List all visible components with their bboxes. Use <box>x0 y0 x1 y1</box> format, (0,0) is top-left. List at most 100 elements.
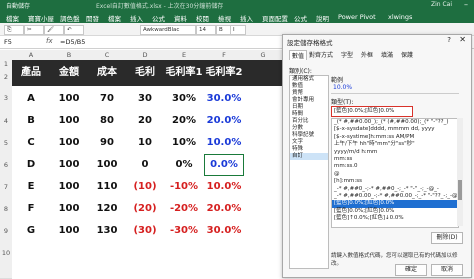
delete-button[interactable]: 刪除(D) <box>431 232 463 244</box>
table-cell[interactable]: (30) <box>126 220 164 242</box>
category-item[interactable]: 特殊 <box>290 146 328 153</box>
table-cell[interactable]: F <box>12 198 50 220</box>
menu-file2[interactable]: 檔案 <box>108 13 121 23</box>
category-list[interactable]: 通用格式 數值 貨幣 會計專用 日期 時間 百分比 分數 科學記號 文字 特殊 … <box>289 75 329 269</box>
table-cell[interactable]: 10 <box>126 132 164 154</box>
type-list-item[interactable]: @ <box>332 171 458 178</box>
type-input[interactable]: [藍色]0.0%;[紅色]0.0% <box>331 106 413 117</box>
table-cell[interactable]: 100 <box>50 198 88 220</box>
type-list-item[interactable]: [h]:mm:ss <box>332 178 458 185</box>
fx-icon[interactable]: fx <box>46 37 53 45</box>
tab-protection[interactable]: 保護 <box>401 50 413 59</box>
table-cell[interactable]: 100 <box>50 132 88 154</box>
table-cell[interactable]: -10% <box>164 176 204 198</box>
row-header-2[interactable]: 2 <box>0 68 12 87</box>
tab-font[interactable]: 字型 <box>341 50 353 59</box>
col-header-b[interactable]: B <box>50 50 89 60</box>
menu-layout[interactable]: 頁面配置 <box>262 13 288 23</box>
table-cell[interactable]: 120 <box>88 198 126 220</box>
user-name[interactable]: Zin Cai <box>431 1 452 8</box>
row-header-10[interactable]: 10 <box>0 242 12 279</box>
menu-insert[interactable]: 插入 <box>130 13 143 23</box>
row-header-7[interactable]: 7 <box>0 176 12 199</box>
menu-xlwings[interactable]: xlwings <box>388 13 412 21</box>
table-cell[interactable]: 100 <box>50 154 88 176</box>
type-list-scrollbar[interactable] <box>457 118 463 226</box>
menu-palette[interactable]: 調色盤 <box>60 13 80 23</box>
table-cell[interactable]: 10.0% <box>204 176 244 198</box>
type-list-item[interactable]: [藍色]↑0.0%;[紅色]↓0.0% <box>332 215 458 222</box>
category-item[interactable]: 文字 <box>290 139 328 146</box>
table-cell[interactable]: 130 <box>88 220 126 242</box>
italic-icon[interactable]: I <box>230 25 246 35</box>
table-cell[interactable]: 30.0% <box>204 220 244 242</box>
table-cell[interactable]: 10.0% <box>204 132 244 154</box>
tab-border[interactable]: 外框 <box>361 50 373 59</box>
tab-alignment[interactable]: 對齊方式 <box>309 50 333 59</box>
font-size-select[interactable]: 14 <box>196 25 216 35</box>
undo-icon[interactable]: ↶ <box>64 25 84 35</box>
format-painter-icon[interactable]: 🖌 <box>44 25 64 35</box>
paste-icon[interactable]: ⎘ <box>4 25 24 35</box>
col-header-e[interactable]: E <box>164 50 205 60</box>
table-cell[interactable]: 30% <box>164 88 204 110</box>
table-cell[interactable]: (20) <box>126 198 164 220</box>
table-cell[interactable]: 20.0% <box>204 198 244 220</box>
category-item[interactable]: 通用格式 <box>290 76 328 83</box>
table-cell[interactable]: 0% <box>164 154 204 176</box>
table-cell[interactable]: -30% <box>164 220 204 242</box>
minimize-icon[interactable]: – <box>464 0 468 9</box>
table-cell[interactable]: 110 <box>88 176 126 198</box>
font-name-select[interactable]: AwkwardBlac <box>140 25 196 35</box>
category-item[interactable]: 時間 <box>290 111 328 118</box>
menu-dev[interactable]: 開發 <box>86 13 99 23</box>
menu-insert2[interactable]: 插入 <box>240 13 253 23</box>
table-header-amount[interactable]: 金額 <box>50 60 88 86</box>
menu-view[interactable]: 檢視 <box>218 13 231 23</box>
table-cell[interactable]: C <box>12 132 50 154</box>
cancel-button[interactable]: 取消 <box>431 264 463 276</box>
col-header-d[interactable]: D <box>126 50 165 60</box>
table-cell[interactable]: 80 <box>88 110 126 132</box>
category-item[interactable]: 數值 <box>290 83 328 90</box>
type-list-item[interactable]: _-* #,##0_-;-* #,##0_-;_-* "-"_-;_-@_- <box>332 186 458 193</box>
type-list-item[interactable]: [藍色]0.0%;[紅色]0.0% <box>332 200 458 208</box>
tab-fill[interactable]: 填滿 <box>381 50 393 59</box>
name-box[interactable]: F5 <box>4 38 12 46</box>
type-list-item[interactable]: 上午/下午 hh"時"mm"分"ss"秒" <box>332 141 458 148</box>
tab-number[interactable]: 數值 <box>289 50 308 60</box>
menu-help[interactable]: 說明 <box>316 13 329 23</box>
table-cell[interactable]: 10% <box>164 132 204 154</box>
help-icon[interactable]: ? <box>447 36 451 44</box>
table-cell[interactable]: 20.0% <box>204 110 244 132</box>
table-cell[interactable]: -20% <box>164 198 204 220</box>
autosave-toggle[interactable]: 自動儲存 <box>6 1 30 10</box>
menu-review[interactable]: 校閱 <box>196 13 209 23</box>
type-list-item[interactable]: [藍色]0.0%;[紅色]0.0% <box>332 208 458 215</box>
menu-powerpivot[interactable]: Power Pivot <box>338 13 376 21</box>
type-list-item[interactable]: mm:ss.0 <box>332 163 458 170</box>
col-header-a[interactable]: A <box>12 50 51 60</box>
table-cell[interactable]: 0.0% <box>204 154 244 176</box>
formula-input[interactable]: =D5/B5 <box>60 38 85 46</box>
menu-data[interactable]: 資料 <box>174 13 187 23</box>
category-item[interactable]: 貨幣 <box>290 90 328 97</box>
table-cell[interactable]: D <box>12 154 50 176</box>
menu-formula2[interactable]: 公式 <box>294 13 307 23</box>
close-icon[interactable]: ✕ <box>459 35 466 44</box>
col-header-c[interactable]: C <box>88 50 127 60</box>
menu-baby[interactable]: 寶寶小屋 <box>28 13 54 23</box>
table-cell[interactable]: 20 <box>126 110 164 132</box>
table-cell[interactable]: 100 <box>88 154 126 176</box>
table-cell[interactable]: 20% <box>164 110 204 132</box>
row-header-3[interactable]: 3 <box>0 86 12 111</box>
category-item[interactable]: 日期 <box>290 104 328 111</box>
ok-button[interactable]: 確定 <box>395 264 427 276</box>
table-cell[interactable]: 90 <box>88 132 126 154</box>
category-item[interactable]: 科學記號 <box>290 132 328 139</box>
table-header-margin1[interactable]: 毛利率1 <box>164 60 204 86</box>
type-list[interactable]: _(* #,##0.00_);_(* (#,##0.00);_(* "-"??_… <box>331 118 459 228</box>
menu-formula[interactable]: 公式 <box>152 13 165 23</box>
table-header-cost[interactable]: 成本 <box>88 60 126 86</box>
table-header-product[interactable]: 產品 <box>12 60 50 86</box>
